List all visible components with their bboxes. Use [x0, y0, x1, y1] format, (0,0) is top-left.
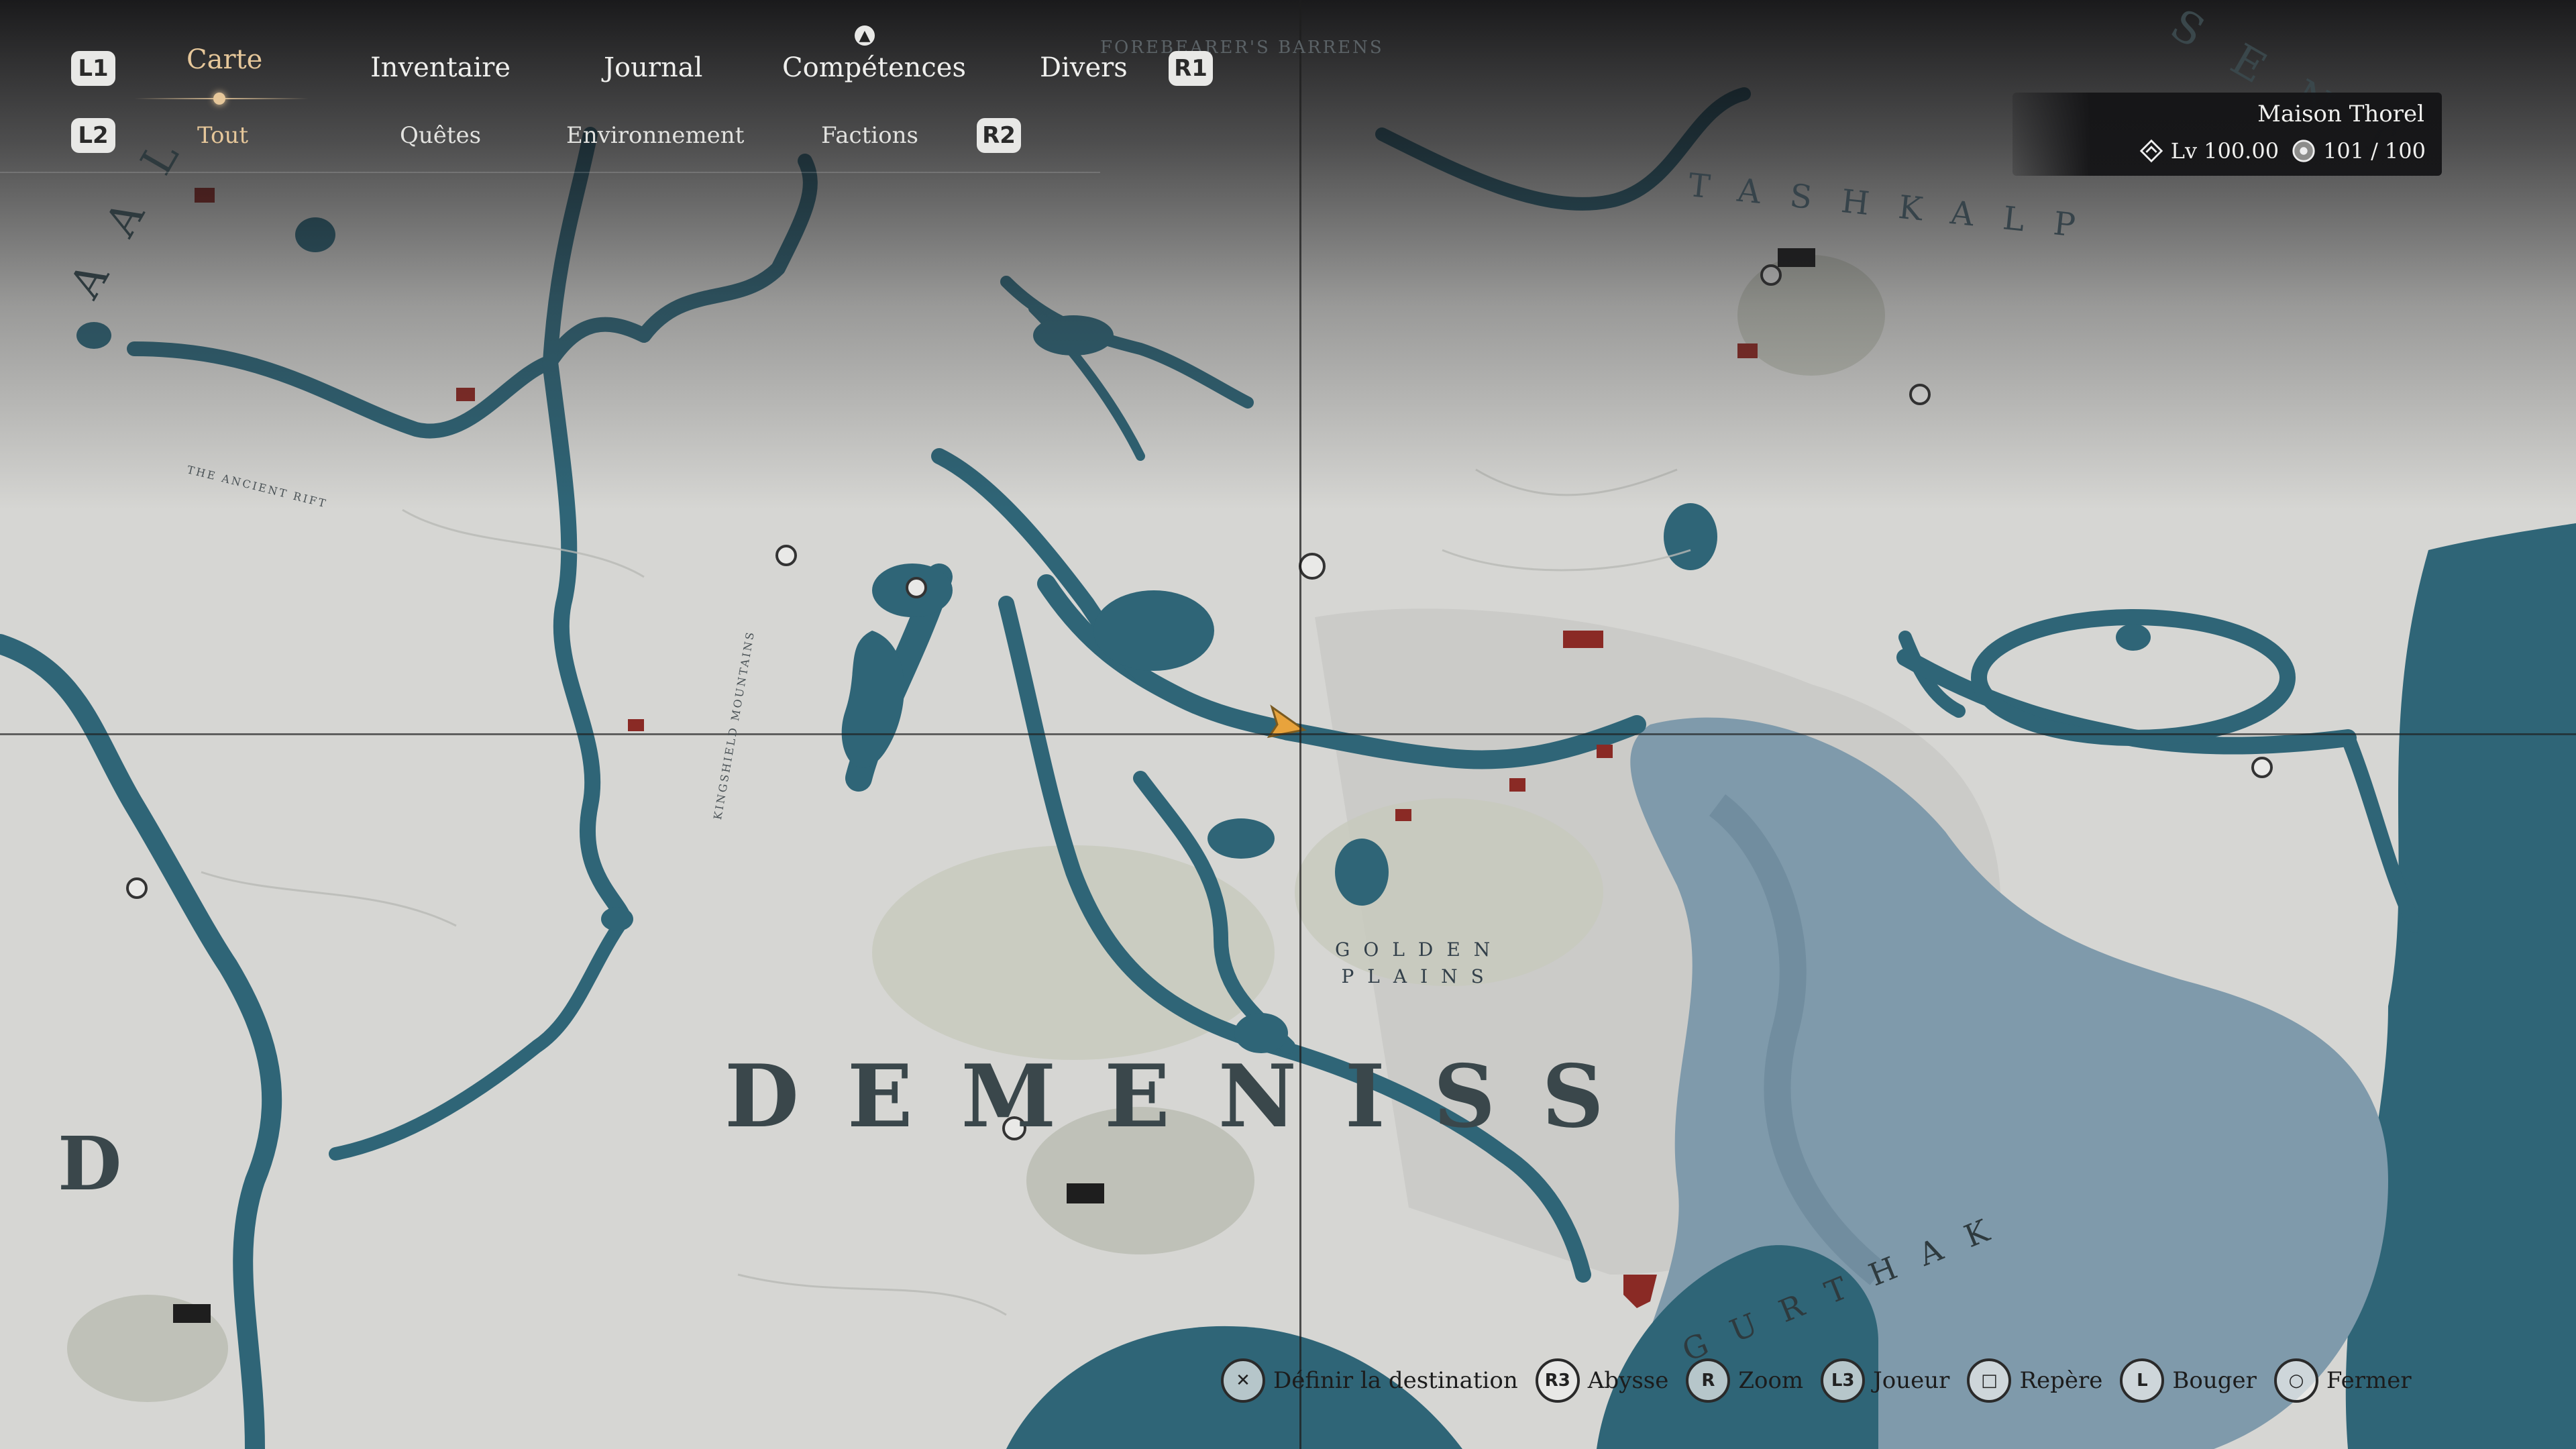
right-stick-icon: R [1686, 1358, 1731, 1403]
cross-button-icon: ✕ [1221, 1358, 1265, 1403]
hint-label: Définir la destination [1273, 1367, 1518, 1394]
label-forebearers-barrens: FOREBEARER'S BARRENS [1100, 38, 1384, 58]
circle-button-icon: ○ [2273, 1358, 2318, 1403]
hint-label: Joueur [1873, 1367, 1950, 1394]
l3-button-icon: L3 [1821, 1358, 1866, 1403]
hint-waypoint[interactable]: □ Repère [1967, 1358, 2102, 1403]
resource-current: 101 [2323, 138, 2365, 164]
tab-competences[interactable]: Compétences [782, 52, 966, 83]
tab-divers[interactable]: Divers [1040, 52, 1128, 83]
poi-icon [906, 577, 927, 598]
tab-journal[interactable]: Journal [604, 52, 702, 83]
resource-separator: / [2371, 138, 2378, 164]
region-label-west: D [58, 1120, 122, 1207]
hint-label: Fermer [2326, 1367, 2412, 1394]
player-stats: Lv 100.00 101 / 100 [2139, 138, 2426, 164]
up-arrow-icon: ▲ [855, 25, 875, 46]
landmark-marker [195, 188, 215, 203]
landmark-marker [1737, 343, 1758, 358]
region-label-demeniss: DEMENISS [724, 1046, 1652, 1147]
hint-abyss[interactable]: R3 Abysse [1535, 1358, 1669, 1403]
hint-label: Abysse [1587, 1367, 1669, 1394]
r3-button-icon: R3 [1535, 1358, 1580, 1403]
l2-button[interactable]: L2 [71, 118, 115, 153]
poi-icon [775, 545, 797, 566]
square-button-icon: □ [1967, 1358, 2012, 1403]
control-hints: ✕ Définir la destination R3 Abysse R Zoo… [1221, 1355, 2412, 1406]
subtab-quetes[interactable]: Quêtes [400, 122, 481, 149]
subtab-factions[interactable]: Factions [821, 122, 918, 149]
player-info-panel: Maison Thorel Lv 100.00 101 / 100 [2012, 93, 2442, 176]
landmark-marker [628, 719, 644, 731]
landmark-marker [1597, 745, 1613, 758]
poi-icon [2251, 757, 2273, 778]
hint-player[interactable]: L3 Joueur [1821, 1358, 1949, 1403]
level-icon [2139, 139, 2163, 163]
golden-plains-line2: PLAINS [1341, 965, 1497, 987]
hint-close[interactable]: ○ Fermer [2273, 1358, 2412, 1403]
landmark-marker [1395, 809, 1411, 821]
resource-max: 100 [2384, 138, 2426, 164]
hint-label: Zoom [1738, 1367, 1804, 1394]
landmark-marker [1509, 778, 1525, 792]
crosshair-horizontal [0, 733, 2576, 735]
left-stick-icon: L [2120, 1358, 2165, 1403]
energy-icon [2292, 140, 2315, 162]
poi-icon [1760, 264, 1782, 286]
stable-icon [173, 1304, 211, 1323]
hint-label: Repère [2019, 1367, 2103, 1394]
poi-icon [126, 877, 148, 899]
hint-zoom[interactable]: R Zoom [1686, 1358, 1803, 1403]
poi-icon [1909, 384, 1931, 405]
resource-group: 101 / 100 [2291, 138, 2426, 164]
level-value: 100.00 [2204, 138, 2279, 164]
landmark-marker [456, 388, 475, 401]
world-map[interactable] [0, 0, 2576, 1449]
level-label: Lv [2170, 138, 2198, 164]
r1-button[interactable]: R1 [1169, 51, 1213, 86]
tab-carte[interactable]: Carte [186, 44, 262, 75]
landmark-marker [1563, 631, 1603, 648]
hint-label: Bouger [2172, 1367, 2257, 1394]
stable-icon [1067, 1183, 1104, 1203]
region-label-golden-plains: GOLDEN PLAINS [1335, 936, 1503, 990]
golden-plains-line1: GOLDEN [1335, 938, 1504, 961]
crosshair-vertical [1299, 0, 1301, 1449]
hint-set-destination[interactable]: ✕ Définir la destination [1221, 1358, 1518, 1403]
house-name: Maison Thorel [2257, 101, 2424, 127]
subtab-tout[interactable]: Tout [197, 122, 248, 149]
poi-icon [1299, 553, 1326, 580]
stable-icon [1778, 248, 1815, 267]
level-group: Lv 100.00 [2139, 138, 2279, 164]
tab-inventaire[interactable]: Inventaire [370, 52, 511, 83]
hint-move[interactable]: L Bouger [2120, 1358, 2257, 1403]
subtab-environnement[interactable]: Environnement [566, 122, 744, 149]
active-tab-indicator [213, 93, 225, 105]
l1-button[interactable]: L1 [71, 51, 115, 86]
nav-divider [0, 172, 1100, 173]
r2-button[interactable]: R2 [977, 118, 1021, 153]
